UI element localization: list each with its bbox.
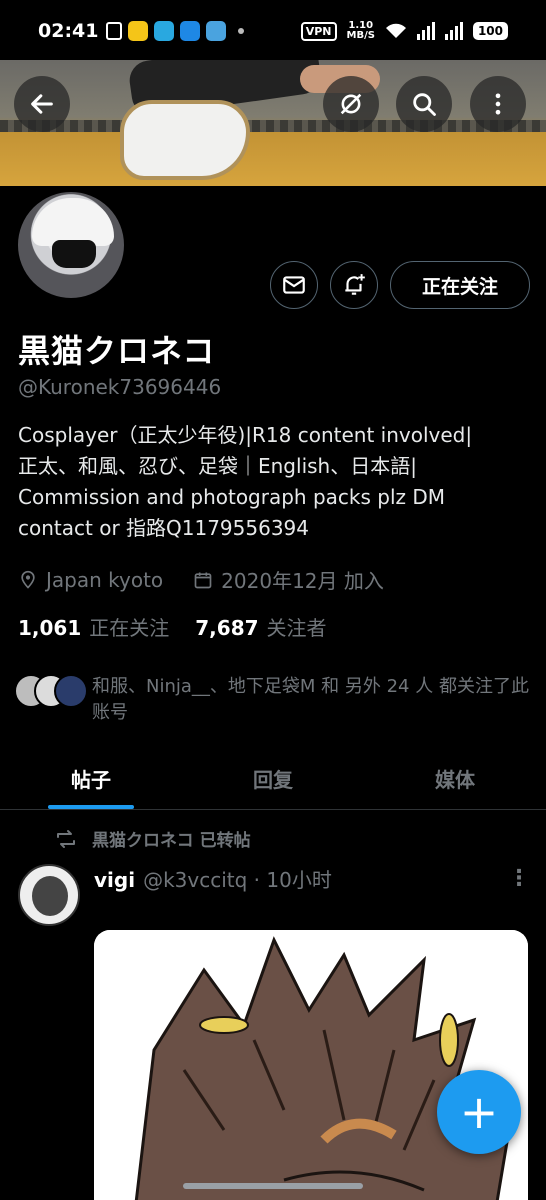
tab-media[interactable]: 媒体 xyxy=(364,748,546,809)
signal-icon xyxy=(416,22,435,40)
app-notification-icon xyxy=(128,21,148,41)
grok-icon xyxy=(340,93,362,115)
bio-line: 正太、和風、忍び、足袋｜English、日本語| xyxy=(18,454,417,478)
banner-floor xyxy=(0,132,546,186)
followers-label: 关注者 xyxy=(266,616,327,640)
network-speed: 1.10 MB/S xyxy=(347,21,375,41)
following-count: 1,061 xyxy=(18,616,82,640)
tiktok-notification-icon xyxy=(106,22,122,40)
signal-icon xyxy=(444,22,463,40)
back-button[interactable] xyxy=(14,76,70,132)
network-speed-unit: MB/S xyxy=(346,30,375,41)
calendar-icon xyxy=(194,572,212,588)
location-pin-icon xyxy=(21,570,35,589)
profile-bio: Cosplayer（正太少年役)|R18 content involved| 正… xyxy=(18,420,528,544)
search-button[interactable] xyxy=(396,76,452,132)
following-stat[interactable]: 1,061 正在关注 xyxy=(18,612,169,641)
compose-button[interactable]: + xyxy=(437,1070,521,1154)
repost-indicator: 黒猫クロネコ 已转帖 xyxy=(54,826,251,851)
grok-button[interactable] xyxy=(323,76,379,132)
home-indicator[interactable] xyxy=(183,1183,363,1189)
app-notification-icon xyxy=(180,21,200,41)
app-notification-icon xyxy=(154,21,174,41)
post-time: · 10小时 xyxy=(253,868,332,892)
app-notification-icon xyxy=(206,21,226,41)
notification-icons xyxy=(106,21,244,41)
banner-tabi-sock xyxy=(120,100,250,180)
search-icon xyxy=(413,93,436,116)
status-bar: 02:41 VPN 1.10 MB/S 100 xyxy=(0,0,546,62)
repost-icon xyxy=(57,829,75,848)
battery-icon: 100 xyxy=(472,22,508,40)
profile-name: 黒猫クロネコ xyxy=(18,332,216,370)
followers-stat[interactable]: 7,687 关注者 xyxy=(195,612,326,641)
bio-line: Commission and photograph packs plz DM xyxy=(18,485,446,509)
more-options-button[interactable] xyxy=(470,76,526,132)
post-author-avatar[interactable] xyxy=(18,864,80,926)
following-label: 正在关注 xyxy=(89,616,170,640)
system-icons: VPN 1.10 MB/S 100 xyxy=(300,21,508,41)
following-button[interactable]: 正在关注 xyxy=(390,261,530,309)
envelope-icon xyxy=(283,276,305,294)
more-vertical-icon xyxy=(495,93,501,115)
followed-by-avatars[interactable] xyxy=(14,674,88,708)
avatar xyxy=(54,674,88,708)
post-author-handle[interactable]: @k3vccitq xyxy=(143,868,247,892)
post-more-button[interactable]: ⋮ xyxy=(508,866,530,891)
notifications-button[interactable] xyxy=(330,261,378,309)
profile-joined: 2020年12月 加入 xyxy=(221,569,384,593)
post-illustration xyxy=(94,930,528,1200)
message-button[interactable] xyxy=(270,261,318,309)
followers-count: 7,687 xyxy=(195,616,259,640)
profile-avatar[interactable] xyxy=(14,188,128,302)
status-time: 02:41 xyxy=(38,20,99,42)
avatar-mask xyxy=(52,240,96,268)
wifi-icon xyxy=(385,23,406,38)
bio-line: Cosplayer（正太少年役)|R18 content involved| xyxy=(18,423,473,447)
followed-by-text[interactable]: 和服、Ninja__、地下足袋M 和 另外 24 人 都关注了此账号 xyxy=(92,674,532,726)
post-header: vigi @k3vccitq · 10小时 xyxy=(94,864,332,893)
vpn-icon: VPN xyxy=(300,21,337,41)
profile-meta: Japan kyoto 2020年12月 加入 xyxy=(18,565,384,594)
profile-tabs: 帖子 回复 媒体 xyxy=(0,748,546,810)
tab-posts[interactable]: 帖子 xyxy=(0,748,182,809)
avatar-face xyxy=(32,876,68,916)
profile-handle: @Kuronek73696446 xyxy=(18,375,222,399)
avatar-hair xyxy=(32,198,114,246)
more-notifications-dot xyxy=(238,28,244,34)
post-author-name[interactable]: vigi xyxy=(94,868,135,892)
post-image[interactable] xyxy=(94,930,528,1200)
profile-stats: 1,061 正在关注 7,687 关注者 xyxy=(18,612,327,641)
banner-tatami xyxy=(0,120,546,132)
profile-location: Japan kyoto xyxy=(46,567,164,592)
bell-plus-icon xyxy=(345,274,365,295)
repost-text: 黒猫クロネコ 已转帖 xyxy=(92,831,251,851)
arrow-left-icon xyxy=(31,94,53,114)
profile-banner[interactable] xyxy=(0,60,546,186)
tab-replies[interactable]: 回复 xyxy=(182,748,364,809)
bio-line: contact or 指路Q1179556394 xyxy=(18,516,310,540)
